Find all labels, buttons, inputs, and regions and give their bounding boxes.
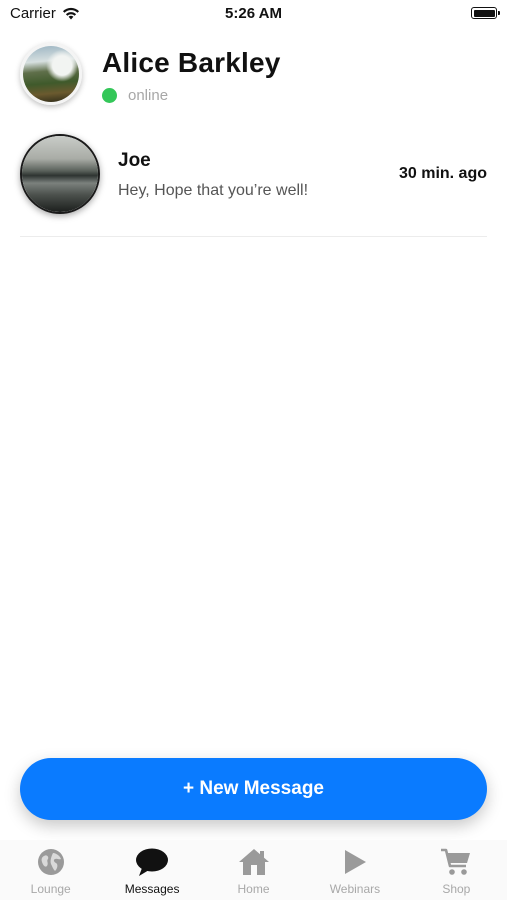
tab-home[interactable]: Home	[203, 840, 304, 900]
tab-label: Lounge	[30, 882, 71, 896]
tab-lounge[interactable]: Lounge	[0, 840, 101, 900]
conversation-row[interactable]: Joe Hey, Hope that you’re well! 30 min. …	[20, 132, 487, 237]
new-message-button[interactable]: + New Message	[20, 758, 487, 820]
globe-icon	[34, 846, 68, 878]
conversation-time: 30 min. ago	[398, 165, 487, 182]
online-status-icon	[102, 88, 117, 103]
cart-icon	[439, 846, 473, 878]
conversation-list: Joe Hey, Hope that you’re well! 30 min. …	[20, 132, 487, 237]
conversation-avatar[interactable]	[20, 134, 100, 214]
status-time: 5:26 AM	[225, 5, 282, 22]
tab-messages[interactable]: Messages	[101, 840, 202, 900]
online-status-label: online	[128, 87, 169, 104]
conversation-preview: Hey, Hope that you’re well!	[118, 182, 309, 199]
conversation-name: Joe	[118, 150, 151, 171]
tab-shop[interactable]: Shop	[406, 840, 507, 900]
tab-label: Webinars	[329, 882, 381, 896]
play-icon	[338, 846, 372, 878]
chat-bubble-icon	[135, 846, 169, 878]
tab-label: Home	[237, 882, 270, 896]
tab-webinars[interactable]: Webinars	[304, 840, 405, 900]
battery-icon	[471, 7, 500, 19]
profile-header: Alice Barkley online	[20, 43, 487, 109]
tab-label: Messages	[124, 882, 180, 896]
tab-bar: Lounge Messages Home Webinars Shop	[0, 840, 507, 900]
house-icon	[237, 846, 271, 878]
profile-name: Alice Barkley	[102, 47, 281, 78]
status-bar: Carrier 5:26 AM	[0, 0, 507, 28]
profile-avatar[interactable]	[20, 43, 82, 105]
tab-label: Shop	[442, 882, 471, 896]
